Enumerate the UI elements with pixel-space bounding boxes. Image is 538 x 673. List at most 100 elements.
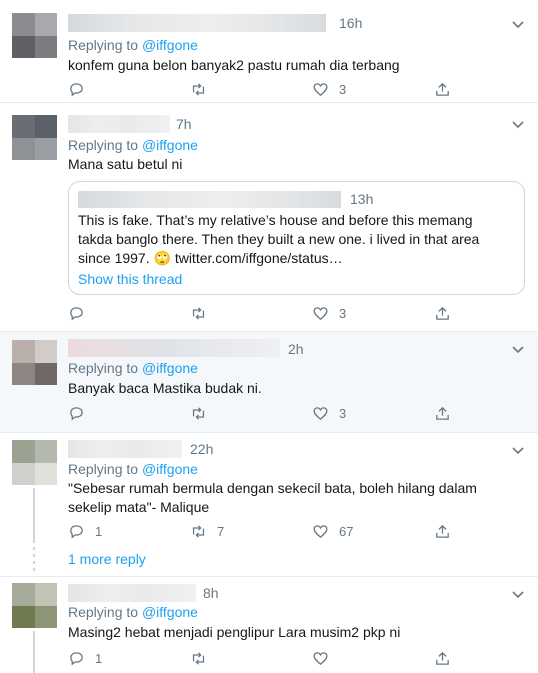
- tweet-actions: 3: [68, 79, 458, 99]
- reply-handle-link[interactable]: @iffgone: [142, 604, 198, 620]
- like-button[interactable]: 3: [312, 79, 346, 99]
- reply-button[interactable]: [68, 403, 95, 423]
- tweet-actions: 1 7 67: [68, 521, 458, 541]
- retweet-icon: [192, 651, 205, 665]
- author-name-blurred[interactable]: [68, 115, 170, 133]
- tweet-time[interactable]: 2h: [288, 341, 304, 357]
- reply-icon: [70, 82, 83, 96]
- like-icon: [313, 82, 328, 96]
- reply-button[interactable]: 1: [68, 521, 102, 541]
- tweet-5[interactable]: 8h Replying to @iffgone Masing2 hebat me…: [0, 577, 538, 673]
- tweet-2[interactable]: 7h Replying to @iffgone Mana satu betul …: [0, 103, 538, 332]
- replying-to-label: Replying to: [68, 604, 139, 620]
- retweet-icon: [192, 82, 205, 96]
- like-icon: [313, 406, 328, 420]
- replying-to: Replying to @iffgone: [68, 461, 198, 477]
- chevron-down-icon[interactable]: [510, 586, 526, 602]
- share-button[interactable]: [434, 79, 451, 99]
- tweet-time[interactable]: 22h: [190, 441, 213, 457]
- avatar[interactable]: [12, 440, 57, 485]
- tweet-time[interactable]: 16h: [339, 15, 362, 31]
- retweet-button[interactable]: 7: [190, 521, 224, 541]
- reply-icon: [70, 651, 83, 665]
- replying-to: Replying to @iffgone: [68, 37, 198, 53]
- avatar[interactable]: [12, 583, 57, 628]
- reply-button[interactable]: [68, 303, 95, 323]
- reply-count: 1: [95, 650, 103, 666]
- tweet-4[interactable]: 22h Replying to @iffgone "Sebesar rumah …: [0, 433, 538, 543]
- avatar[interactable]: [12, 340, 57, 385]
- share-icon: [436, 306, 449, 320]
- chevron-down-icon[interactable]: [510, 116, 526, 132]
- retweet-button[interactable]: [190, 303, 217, 323]
- share-button[interactable]: [434, 521, 451, 541]
- tweet-actions: 1: [68, 648, 458, 668]
- share-icon: [436, 524, 449, 538]
- like-button[interactable]: [312, 648, 339, 668]
- tweet-text: Masing2 hebat menjadi penglipur Lara mus…: [68, 624, 401, 640]
- reply-icon: [70, 406, 83, 420]
- more-replies-row[interactable]: 1 more reply: [0, 543, 538, 577]
- show-thread-link[interactable]: Show this thread: [78, 270, 182, 289]
- author-name-blurred[interactable]: [68, 339, 280, 357]
- tweet-time[interactable]: 7h: [176, 116, 192, 132]
- author-name-blurred[interactable]: [68, 14, 326, 32]
- reply-button[interactable]: [68, 79, 95, 99]
- share-button[interactable]: [434, 648, 451, 668]
- share-icon: [436, 406, 449, 420]
- like-count: 3: [339, 405, 347, 421]
- reply-icon: [70, 524, 83, 538]
- author-name-blurred[interactable]: [68, 584, 196, 602]
- retweet-icon: [192, 406, 205, 420]
- like-count: 67: [339, 523, 354, 539]
- tweet-time[interactable]: 8h: [203, 585, 219, 601]
- thread-connector-line: [33, 488, 35, 543]
- like-button[interactable]: 3: [312, 303, 346, 323]
- author-name-blurred[interactable]: [68, 440, 182, 458]
- quoted-tweet[interactable]: 13h This is fake. That’s my relative’s h…: [68, 181, 525, 295]
- reply-handle-link[interactable]: @iffgone: [142, 461, 198, 477]
- retweet-button[interactable]: [190, 79, 217, 99]
- tweet-actions: 3: [68, 303, 458, 323]
- like-icon: [313, 524, 328, 538]
- like-icon: [313, 651, 328, 665]
- share-icon: [436, 651, 449, 665]
- replying-to: Replying to @iffgone: [68, 137, 198, 153]
- tweet-text: konfem guna belon banyak2 pastu rumah di…: [68, 57, 400, 73]
- replying-to-label: Replying to: [68, 461, 139, 477]
- more-replies-link[interactable]: 1 more reply: [68, 551, 146, 567]
- chevron-down-icon[interactable]: [510, 341, 526, 357]
- tweet-3[interactable]: 2h Replying to @iffgone Banyak baca Mast…: [0, 332, 538, 433]
- like-button[interactable]: 3: [312, 403, 346, 423]
- reply-handle-link[interactable]: @iffgone: [142, 37, 198, 53]
- like-button[interactable]: 67: [312, 521, 353, 541]
- retweet-button[interactable]: [190, 648, 217, 668]
- replying-to-label: Replying to: [68, 360, 139, 376]
- reply-icon: [70, 306, 83, 320]
- tweet-actions: 3: [68, 403, 458, 423]
- thread-connector-line: [33, 631, 35, 673]
- replying-to-label: Replying to: [68, 137, 139, 153]
- quoted-time[interactable]: 13h: [350, 191, 373, 207]
- tweet-text: Mana satu betul ni: [68, 156, 183, 172]
- share-button[interactable]: [434, 403, 451, 423]
- quoted-text: This is fake. That’s my relative’s house…: [78, 212, 484, 266]
- reply-button[interactable]: 1: [68, 648, 102, 668]
- retweet-button[interactable]: [190, 403, 217, 423]
- tweet-text: "Sebesar rumah bermula dengan sekecil ba…: [68, 480, 481, 515]
- avatar[interactable]: [12, 115, 57, 160]
- chevron-down-icon[interactable]: [510, 16, 526, 32]
- reply-handle-link[interactable]: @iffgone: [142, 137, 198, 153]
- retweet-icon: [192, 524, 205, 538]
- tweet-1[interactable]: 16h Replying to @iffgone konfem guna bel…: [0, 0, 538, 103]
- like-count: 3: [339, 81, 347, 97]
- like-count: 3: [339, 305, 347, 321]
- reply-handle-link[interactable]: @iffgone: [142, 360, 198, 376]
- avatar[interactable]: [12, 13, 57, 58]
- like-icon: [313, 306, 328, 320]
- reply-count: 1: [95, 523, 103, 539]
- share-button[interactable]: [434, 303, 451, 323]
- chevron-down-icon[interactable]: [510, 442, 526, 458]
- quoted-author-blurred[interactable]: [78, 191, 341, 208]
- replying-to: Replying to @iffgone: [68, 604, 198, 620]
